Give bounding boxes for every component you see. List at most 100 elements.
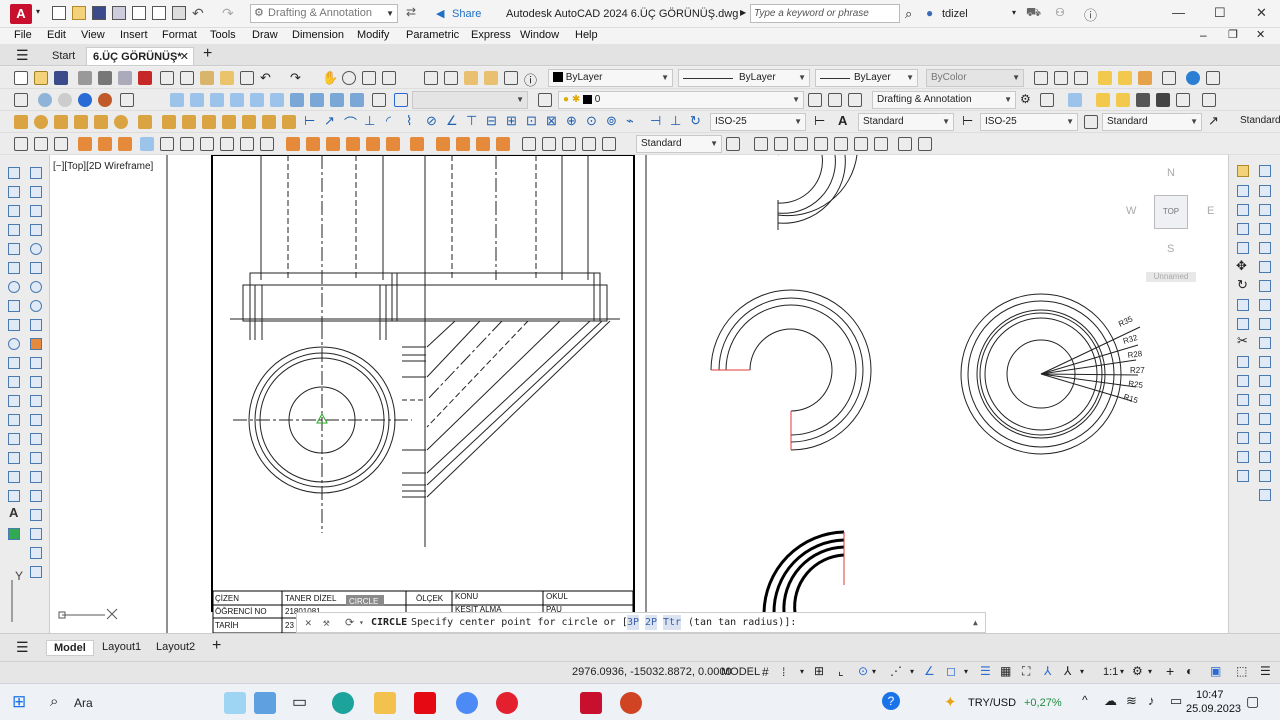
user-dropdown-icon[interactable]: ▾ — [1012, 8, 1016, 17]
break-dim-icon[interactable]: ⊠ — [546, 113, 557, 129]
checker-icon[interactable] — [1136, 93, 1150, 107]
option-2p[interactable]: 2P — [645, 615, 658, 630]
menu-edit[interactable]: Edit — [47, 29, 66, 41]
zoom-center-icon[interactable] — [814, 137, 828, 151]
layer-states-icon[interactable] — [1162, 71, 1176, 85]
tab-layout1[interactable]: Layout1 — [102, 641, 141, 653]
uncrease-icon[interactable] — [30, 471, 42, 483]
save-as-icon[interactable] — [112, 6, 126, 20]
group-icon[interactable] — [1259, 337, 1271, 349]
menu-tools[interactable]: Tools — [210, 29, 236, 41]
image-icon[interactable] — [1259, 451, 1271, 463]
revsurf-icon[interactable] — [30, 319, 42, 331]
table-draw-icon[interactable] — [8, 490, 20, 502]
new-layout-icon[interactable]: + — [212, 637, 221, 655]
ucs-world-icon[interactable] — [394, 93, 408, 107]
dim-update-icon[interactable]: ↻ — [690, 113, 701, 129]
jogged-linear-icon[interactable]: ⌁ — [626, 113, 634, 129]
merge-face-icon[interactable] — [30, 528, 42, 540]
widget-icon[interactable] — [254, 692, 276, 714]
save-web-icon[interactable] — [152, 6, 166, 20]
mesh-icon[interactable] — [602, 137, 616, 151]
dimstyle-dropdown-2[interactable]: ISO-25 ▼ — [980, 113, 1078, 131]
option-ttr[interactable]: Ttr — [663, 615, 682, 630]
edge-icon[interactable] — [332, 692, 354, 714]
blend-icon[interactable] — [1237, 451, 1249, 463]
rulesurf-icon[interactable] — [30, 357, 42, 369]
edgesurf-icon[interactable] — [30, 338, 42, 350]
line-icon[interactable] — [8, 167, 20, 179]
tab-model[interactable]: Model — [46, 640, 94, 656]
publish-icon[interactable] — [118, 71, 132, 85]
cylinder-mesh-icon[interactable] — [30, 262, 42, 274]
multileader-icon[interactable] — [726, 137, 740, 151]
match-properties-icon[interactable] — [220, 71, 234, 85]
link-icon[interactable] — [1074, 71, 1088, 85]
hardware-acceleration-icon[interactable]: ▣ — [1210, 664, 1221, 678]
mtext-icon[interactable]: A — [9, 505, 18, 520]
transparency-icon[interactable]: ▦ — [1000, 664, 1011, 678]
sweep-icon[interactable] — [182, 115, 196, 129]
open-icon[interactable] — [34, 71, 48, 85]
split-face-icon[interactable] — [30, 490, 42, 502]
planar-icon[interactable] — [282, 115, 296, 129]
block-editor-icon[interactable] — [240, 71, 254, 85]
netflix-icon[interactable] — [414, 692, 436, 714]
cone-mesh-icon[interactable] — [30, 243, 42, 255]
crease-icon[interactable] — [30, 452, 42, 464]
dimstyle-dropdown[interactable]: ISO-25 ▼ — [710, 113, 806, 131]
text-edit-icon[interactable] — [1259, 299, 1271, 311]
dim-edit-icon[interactable]: ⊣ — [650, 113, 661, 129]
viewcube-top-face[interactable]: TOP — [1154, 195, 1188, 229]
view-sw-icon[interactable] — [290, 93, 304, 107]
ucs-dropdown[interactable]: ▼ — [412, 91, 528, 109]
layer-walk-icon[interactable] — [1259, 489, 1271, 501]
fillet-icon[interactable] — [1237, 432, 1249, 444]
workspace-save-icon[interactable] — [1040, 93, 1054, 107]
zoom-in-icon[interactable] — [854, 137, 868, 151]
currency-pair[interactable]: TRY/USD — [968, 697, 1016, 709]
wipe-icon[interactable] — [1259, 165, 1271, 177]
view-ne-icon[interactable] — [330, 93, 344, 107]
text-style-icon[interactable]: A — [838, 113, 847, 128]
tabsurf-icon[interactable] — [30, 376, 42, 388]
realistic-icon[interactable] — [98, 93, 112, 107]
subtract-icon[interactable] — [98, 137, 112, 151]
3d-rotate-icon[interactable] — [160, 137, 174, 151]
infer-constraints-icon[interactable]: ⊞ — [814, 664, 824, 678]
undo-icon[interactable]: ↶ — [192, 5, 204, 22]
menu-parametric[interactable]: Parametric — [406, 29, 459, 41]
battery-icon[interactable]: ▭ — [1170, 693, 1182, 709]
dim-style-icon-2[interactable]: ⊢ — [962, 113, 973, 129]
menu-help[interactable]: Help — [575, 29, 598, 41]
connect-icon[interactable]: ⚇ — [1055, 6, 1065, 19]
mirror-icon[interactable] — [1237, 204, 1249, 216]
polygon-icon[interactable] — [8, 224, 20, 236]
camera-icon[interactable] — [372, 93, 386, 107]
separate-icon[interactable] — [436, 137, 450, 151]
box-icon[interactable] — [1068, 93, 1082, 107]
zoom-out-icon[interactable] — [874, 137, 888, 151]
windows-start-icon[interactable]: ⊞ — [12, 692, 26, 712]
linear-dim-icon[interactable]: ⊢ — [304, 113, 315, 129]
paste-icon[interactable] — [200, 71, 214, 85]
drawing-svg[interactable]: R35 R32 R28 R27 R25 R15 ÇİZEN TANER DİZE… — [50, 155, 1228, 633]
block-attr-icon[interactable] — [1259, 280, 1271, 292]
sheet-set-icon[interactable] — [484, 71, 498, 85]
zoom-window-icon[interactable] — [362, 71, 376, 85]
autocad-logo[interactable]: A — [10, 4, 32, 24]
close-hole-icon[interactable] — [30, 547, 42, 559]
make-current-icon[interactable] — [808, 93, 822, 107]
share-icon[interactable]: ◀ — [436, 7, 444, 20]
3d-move-icon[interactable] — [140, 137, 154, 151]
fillet-edge-icon[interactable] — [286, 137, 300, 151]
grid-icon[interactable]: # — [762, 665, 769, 679]
redo-icon[interactable]: ↷ — [222, 5, 234, 22]
extract-edges-icon[interactable] — [326, 137, 340, 151]
selection-cycling-icon[interactable]: ⛶ — [1022, 664, 1030, 679]
cone-solid-icon[interactable] — [74, 115, 88, 129]
view-nw-icon[interactable] — [350, 93, 364, 107]
light-icon[interactable] — [1098, 71, 1112, 85]
chamfer-icon[interactable] — [1237, 413, 1249, 425]
move-icon[interactable]: ✥ — [1236, 258, 1247, 274]
